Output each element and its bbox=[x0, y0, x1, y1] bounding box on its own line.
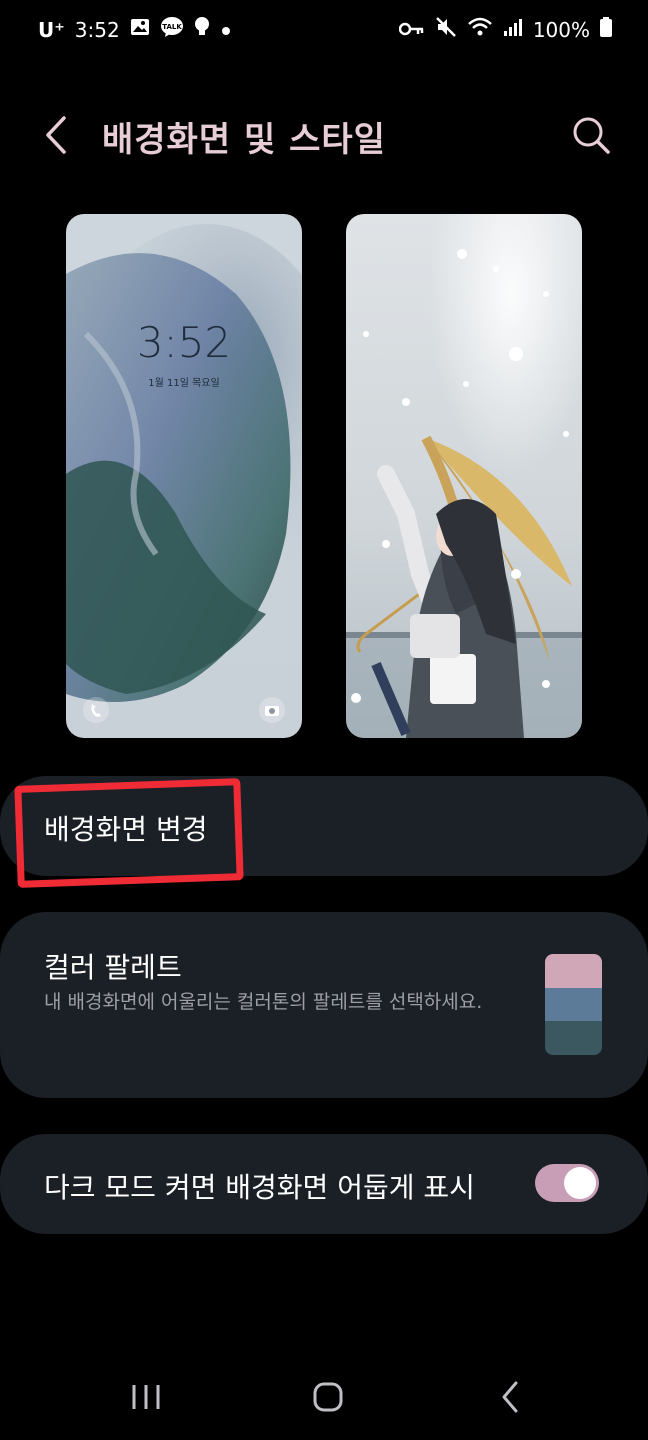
recent-apps-icon bbox=[132, 1385, 160, 1409]
back-button[interactable] bbox=[38, 110, 78, 160]
dark-mode-dim-label: 다크 모드 켜면 배경화면 어둡게 표시 bbox=[44, 1171, 475, 1204]
talk-icon: TALK bbox=[160, 16, 184, 43]
status-bar: U⁺ 3:52 TALK 100% bbox=[0, 0, 648, 60]
nav-back-button[interactable] bbox=[480, 1372, 540, 1422]
lock-wallpaper-image bbox=[66, 214, 302, 738]
toggle-knob bbox=[564, 1167, 596, 1199]
lock-preview-date: 1월 11일 목요일 bbox=[148, 378, 220, 389]
color-palette-title: 컬러 팔레트 bbox=[44, 951, 182, 984]
home-button[interactable] bbox=[298, 1372, 358, 1422]
back-icon bbox=[502, 1381, 518, 1413]
dot-icon bbox=[220, 18, 232, 42]
home-screen-preview[interactable] bbox=[346, 214, 582, 738]
lock-screen-preview[interactable]: 3:52 1월 11일 목요일 bbox=[66, 214, 302, 738]
dark-mode-dim-toggle[interactable] bbox=[535, 1164, 599, 1202]
phone-icon bbox=[82, 696, 110, 724]
mute-icon bbox=[435, 16, 457, 43]
search-icon bbox=[573, 117, 610, 154]
image-icon bbox=[130, 17, 150, 42]
bulb-icon bbox=[194, 16, 210, 43]
swatch-color-3 bbox=[545, 1021, 602, 1055]
dark-mode-dim-item[interactable]: 다크 모드 켜면 배경화면 어둡게 표시 bbox=[0, 1134, 648, 1234]
status-left: U⁺ 3:52 TALK bbox=[38, 16, 232, 43]
back-arrow-icon bbox=[46, 116, 66, 154]
home-icon bbox=[313, 1382, 343, 1412]
highlight-annotation bbox=[14, 778, 244, 888]
svg-text:TALK: TALK bbox=[162, 23, 182, 31]
battery-icon bbox=[600, 17, 612, 42]
search-button[interactable] bbox=[568, 112, 614, 158]
page-title: 배경화면 및 스타일 bbox=[102, 120, 386, 160]
status-time: 3:52 bbox=[74, 17, 120, 42]
wifi-icon bbox=[467, 16, 493, 43]
color-palette-description: 내 배경화면에 어울리는 컬러톤의 팔레트를 선택하세요. bbox=[44, 991, 483, 1013]
carrier-label: U⁺ bbox=[38, 17, 65, 42]
swatch-color-2 bbox=[545, 987, 602, 1022]
screen: U⁺ 3:52 TALK 100% 배경화면 및 스타일 3:52 1월 11일… bbox=[0, 0, 648, 1440]
key-icon bbox=[398, 18, 425, 42]
home-wallpaper-image bbox=[346, 214, 582, 738]
battery-percent: 100% bbox=[532, 17, 590, 42]
color-palette-item[interactable]: 컬러 팔레트 내 배경화면에 어울리는 컬러톤의 팔레트를 선택하세요. bbox=[0, 912, 648, 1098]
camera-icon bbox=[258, 696, 286, 724]
signal-icon bbox=[503, 17, 523, 42]
swatch-color-1 bbox=[545, 954, 602, 988]
recent-apps-button[interactable] bbox=[116, 1372, 176, 1422]
lock-preview-time: 3:52 bbox=[136, 318, 232, 367]
status-right: 100% bbox=[398, 16, 612, 43]
palette-swatch bbox=[545, 954, 602, 1055]
